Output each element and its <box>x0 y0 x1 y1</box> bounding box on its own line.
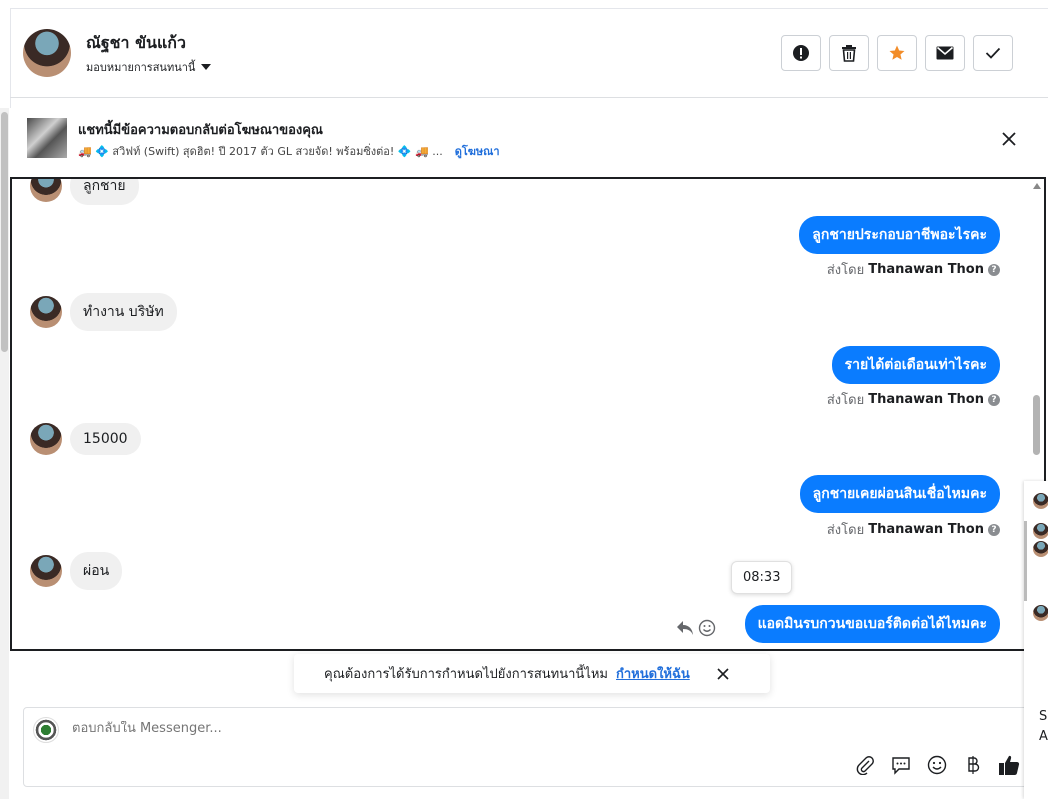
sender-avatar <box>30 423 62 455</box>
saved-replies-icon <box>892 757 910 775</box>
timestamp-tooltip: 08:33 <box>731 561 793 594</box>
ad-banner-title: แชทนี้มีข้อความตอบกลับต่อโฆษณาของคุณ <box>78 123 323 138</box>
mail-icon <box>936 46 954 60</box>
side-contact-avatar[interactable] <box>1033 493 1048 509</box>
alert-icon <box>793 45 809 61</box>
sent-by-line: ส่งโดย Thanawan Thon ? <box>827 389 1000 410</box>
inbox-conversation-view: ณัฐชา ขันแก้ว มอบหมายการสนทนานี้ แชทนี้ม… <box>0 0 1048 799</box>
contact-avatar[interactable] <box>23 29 71 77</box>
close-icon <box>717 667 729 680</box>
star-button[interactable] <box>877 35 917 71</box>
reply-composer <box>23 707 1031 787</box>
help-icon[interactable]: ? <box>988 263 1000 276</box>
assign-conversation-dropdown[interactable]: มอบหมายการสนทนานี้ <box>86 58 212 76</box>
caret-down-icon <box>201 64 212 70</box>
left-divider <box>10 8 11 108</box>
sent-by-label: ส่งโดย <box>826 393 865 408</box>
message-bubble[interactable]: ลูกชาย <box>70 179 139 205</box>
outgoing-message-bubble[interactable]: ลูกชายประกอบอาชีพอะไรคะ <box>799 216 1000 254</box>
sent-by-label: ส่งโดย <box>826 263 865 278</box>
scroll-up-arrow-icon[interactable] <box>1033 183 1041 189</box>
incoming-message: 15000 <box>30 423 141 455</box>
side-panel-text: S <box>1039 709 1048 724</box>
side-contact-avatar[interactable] <box>1033 605 1048 621</box>
mark-done-button[interactable] <box>973 35 1013 71</box>
delete-button[interactable] <box>829 35 869 71</box>
close-icon <box>1002 132 1016 146</box>
sent-by-label: ส่งโดย <box>826 523 865 538</box>
thread-scrollbar-thumb[interactable] <box>1033 395 1040 455</box>
message-thread[interactable]: ลูกชาย ลูกชายประกอบอาชีพอะไรคะ ส่งโดย Th… <box>10 177 1046 651</box>
view-ad-link[interactable]: ดูโฆษณา <box>455 142 500 160</box>
incoming-message: ทำงาน บริษัท <box>30 293 177 331</box>
message-bubble[interactable]: ผ่อน <box>70 552 123 590</box>
react-emoji-icon[interactable] <box>698 619 716 637</box>
top-divider <box>10 8 1048 9</box>
mark-spam-button[interactable] <box>781 35 821 71</box>
header-divider <box>10 97 1048 98</box>
ad-banner-subtitle: 🚚 💠 สวิฟท์ (Swift) สุดฮิต! ปี 2017 ตัว G… <box>78 142 500 160</box>
like-button[interactable] <box>998 754 1020 776</box>
saved-replies-button[interactable] <box>890 754 912 776</box>
page-avatar <box>33 717 59 743</box>
payment-button[interactable] <box>962 754 984 776</box>
close-ad-banner-button[interactable] <box>996 126 1022 152</box>
help-icon[interactable]: ? <box>988 523 1000 536</box>
reply-input[interactable] <box>72 721 772 736</box>
baht-icon <box>968 756 980 774</box>
reply-icon[interactable] <box>676 620 694 636</box>
side-contact-avatar[interactable] <box>1033 541 1048 557</box>
side-panel-text: A <box>1039 729 1048 744</box>
sender-name: Thanawan Thon <box>868 392 984 407</box>
sender-avatar <box>30 179 62 202</box>
close-notice-button[interactable] <box>714 665 732 683</box>
sender-name: Thanawan Thon <box>868 522 984 537</box>
notice-text: คุณต้องการได้รับการกำหนดไปยังการสนทนานี้… <box>324 667 608 682</box>
emoji-icon <box>927 755 947 775</box>
ad-text: 🚚 💠 สวิฟท์ (Swift) สุดฮิต! ปี 2017 ตัว G… <box>78 145 443 158</box>
message-bubble[interactable]: 15000 <box>70 423 141 455</box>
assignment-notice: คุณต้องการได้รับการกำหนดไปยังการสนทนานี้… <box>294 654 770 693</box>
sender-avatar <box>30 555 62 587</box>
help-icon[interactable]: ? <box>988 393 1000 406</box>
outgoing-message-bubble[interactable]: ลูกชายเคยผ่อนสินเชื่อไหมคะ <box>799 475 1000 513</box>
conversation-actions <box>781 35 1013 71</box>
star-icon <box>889 45 905 60</box>
sender-avatar <box>30 296 62 328</box>
ad-thumbnail[interactable] <box>27 118 67 158</box>
like-icon <box>999 755 1020 776</box>
trash-icon <box>842 45 856 62</box>
outgoing-message-bubble[interactable]: แอดมินรบกวนขอเบอร์ติดต่อได้ไหมคะ <box>744 605 1000 643</box>
mark-unread-button[interactable] <box>925 35 965 71</box>
side-chat-panel[interactable]: S A <box>1024 481 1048 799</box>
page-scrollbar-thumb[interactable] <box>1 112 8 352</box>
attach-button[interactable] <box>854 754 876 776</box>
sender-name: Thanawan Thon <box>868 262 984 277</box>
outgoing-message-bubble[interactable]: รายได้ต่อเดือนเท่าไรคะ <box>831 346 1000 384</box>
page-scrollbar[interactable] <box>0 108 9 799</box>
contact-name[interactable]: ณัฐชา ขันแก้ว <box>86 31 186 56</box>
side-panel-scrollbar[interactable] <box>1024 521 1027 601</box>
attach-icon <box>856 756 874 775</box>
message-bubble[interactable]: ทำงาน บริษัท <box>70 293 177 331</box>
incoming-message: ผ่อน <box>30 552 123 590</box>
incoming-message: ลูกชาย <box>30 179 139 205</box>
message-hover-actions <box>676 619 716 637</box>
sent-by-line: ส่งโดย Thanawan Thon ? <box>827 519 1000 540</box>
side-contact-avatar[interactable] <box>1033 523 1048 539</box>
emoji-button[interactable] <box>926 754 948 776</box>
sent-by-line: ส่งโดย Thanawan Thon ? <box>827 259 1000 280</box>
assign-to-me-link[interactable]: กำหนดให้ฉัน <box>616 663 690 684</box>
assign-label: มอบหมายการสนทนานี้ <box>86 61 196 74</box>
check-icon <box>985 47 1001 59</box>
composer-toolbar <box>854 754 1020 776</box>
